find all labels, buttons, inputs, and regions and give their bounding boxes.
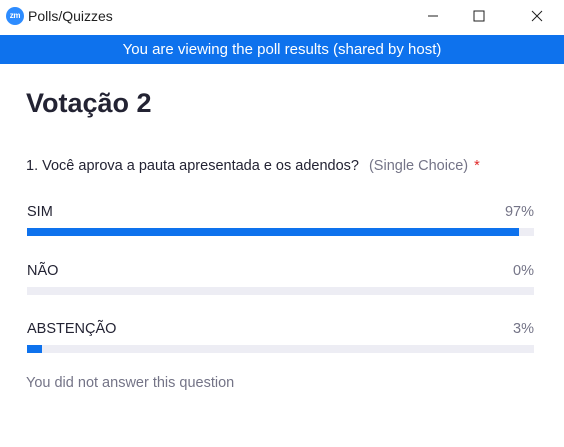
answer-percent: 0% — [513, 263, 534, 279]
window-titlebar: zm Polls/Quizzes — [0, 0, 564, 34]
answer-status-note: You did not answer this question — [26, 375, 235, 391]
result-bar-track — [27, 287, 534, 295]
answer-label: SIM — [27, 204, 53, 220]
poll-title: Votação 2 — [26, 88, 152, 118]
answer-percent: 3% — [513, 321, 534, 337]
minimize-icon — [428, 15, 438, 17]
question: 1. Você aprova a pauta apresentada e os … — [26, 158, 480, 174]
question-type: (Single Choice) — [368, 158, 469, 174]
maximize-button[interactable] — [456, 0, 502, 32]
result-bar-track — [27, 228, 534, 236]
maximize-icon — [473, 10, 485, 22]
answer-label: ABSTENÇÃO — [27, 321, 117, 337]
answer-percent: 97% — [504, 204, 534, 220]
answer-label: NÃO — [27, 263, 59, 279]
required-marker: * — [474, 158, 480, 174]
answer-row: SIM 97% — [27, 204, 534, 244]
minimize-button[interactable] — [410, 0, 456, 32]
result-bar-track — [27, 345, 534, 353]
shared-results-banner: You are viewing the poll results (shared… — [0, 35, 564, 64]
result-bar-fill — [27, 345, 43, 353]
result-bar-fill — [27, 228, 519, 236]
zoom-logo-icon: zm — [6, 7, 24, 25]
close-button[interactable] — [514, 0, 560, 32]
answer-row: NÃO 0% — [27, 263, 534, 303]
window-title: Polls/Quizzes — [28, 8, 113, 24]
close-icon — [531, 10, 543, 22]
question-text: 1. Você aprova a pauta apresentada e os … — [26, 158, 359, 174]
answer-row: ABSTENÇÃO 3% — [27, 321, 534, 361]
